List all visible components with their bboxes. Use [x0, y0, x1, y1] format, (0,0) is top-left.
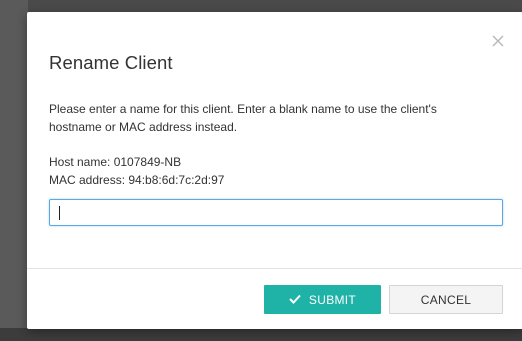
- cancel-label: CANCEL: [420, 292, 472, 307]
- mac-address-text: MAC address: 94:b8:6d:7c:2d:97: [49, 173, 225, 187]
- background-overlay-left: [0, 0, 28, 341]
- submit-button[interactable]: SUBMIT: [264, 285, 381, 314]
- host-name-text: Host name: 0107849-NB: [49, 155, 182, 169]
- dialog-title: Rename Client: [49, 52, 173, 73]
- close-icon: [491, 34, 505, 48]
- text-caret: [59, 206, 60, 220]
- close-button[interactable]: [491, 34, 505, 48]
- dialog-description: Please enter a name for this client. Ent…: [49, 102, 437, 134]
- checkmark-icon: [289, 293, 301, 307]
- client-name-input[interactable]: [49, 199, 503, 226]
- background-overlay-bottom: [0, 328, 522, 341]
- footer-divider: [27, 268, 522, 269]
- rename-client-dialog: Rename Client Please enter a name for th…: [27, 12, 522, 329]
- submit-label: SUBMIT: [308, 292, 357, 307]
- cancel-button[interactable]: CANCEL: [389, 285, 503, 314]
